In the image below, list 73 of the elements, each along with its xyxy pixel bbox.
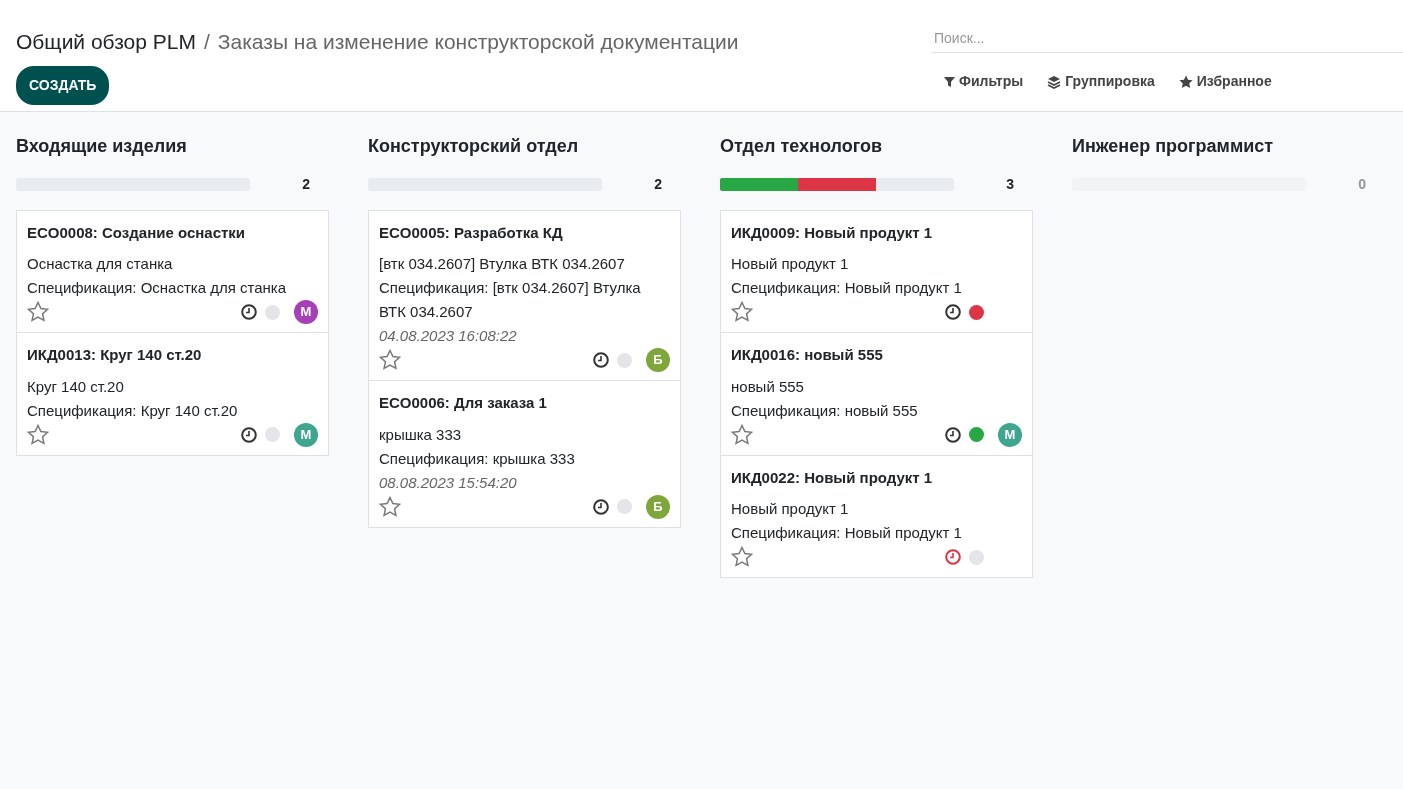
- clock-icon[interactable]: [945, 304, 961, 321]
- status-dot[interactable]: [969, 427, 984, 443]
- clock-icon[interactable]: [593, 352, 609, 369]
- breadcrumb-link[interactable]: Общий обзор PLM: [16, 26, 196, 58]
- card-title: ИКД0013: Круг 140 ст.20: [27, 345, 203, 366]
- card-date: 08.08.2023 15:54:20: [379, 472, 518, 493]
- status-dot[interactable]: [969, 549, 984, 565]
- kanban-card[interactable]: ИКД0016: новый 555 новый 555 Спецификация: новый 555 M: [720, 332, 1033, 456]
- filter-icon: [944, 75, 955, 88]
- avatar: M: [998, 422, 1022, 447]
- status-dot[interactable]: [265, 427, 280, 443]
- star-icon[interactable]: [731, 301, 753, 324]
- kanban-card[interactable]: ИКД0022: Новый продукт 1 Новый продукт 1 Спецификация: Новый продукт 1: [720, 454, 1033, 579]
- avatar: M: [294, 300, 318, 325]
- clock-icon[interactable]: [241, 304, 257, 321]
- column-title: Конструкторский отдел: [368, 136, 580, 158]
- card-title: ИКД0009: Новый продукт 1: [731, 222, 934, 243]
- record-count: 2: [653, 174, 662, 194]
- status-dot[interactable]: [617, 352, 632, 368]
- clock-icon[interactable]: [945, 426, 961, 443]
- create-button[interactable]: СОЗДАТЬ: [16, 65, 110, 105]
- record-count: 0: [1357, 174, 1366, 194]
- status-dot[interactable]: [265, 304, 280, 320]
- card-text: Спецификация: крышка 333: [379, 448, 576, 469]
- card-text: Спецификация: Круг 140 ст.20: [27, 400, 239, 421]
- star-icon[interactable]: [731, 546, 753, 569]
- card-text: крышка 333: [379, 424, 463, 445]
- card-text: Круг 140 ст.20: [27, 376, 125, 397]
- card-title: ECO0008: Создание оснастки: [27, 222, 247, 243]
- card-text: Спецификация: Оснастка для станка: [27, 278, 288, 299]
- breadcrumb-separator: /: [203, 29, 210, 55]
- record-count: 2: [301, 174, 310, 194]
- card-title: ИКД0022: Новый продукт 1: [731, 467, 934, 488]
- kanban-card[interactable]: ECO0006: Для заказа 1 крышка 333 Спецификация: крышка 333 08.08.2023 15:54:20 Б: [368, 380, 681, 528]
- card-text: Оснастка для станка: [27, 254, 174, 275]
- card-text: Спецификация: Новый продукт 1: [731, 278, 963, 299]
- kanban-card[interactable]: ИКД0009: Новый продукт 1 Новый продукт 1 Спецификация: Новый продукт 1: [720, 209, 1033, 334]
- avatar: Б: [646, 494, 670, 519]
- layers-icon: [1047, 74, 1062, 89]
- page-title: Заказы на изменение конструкторской документации: [217, 29, 739, 55]
- card-title: ECO0006: Для заказа 1: [379, 393, 548, 414]
- card-text: [втк 034.2607] Втулка ВТК 034.2607: [379, 254, 626, 275]
- clock-icon[interactable]: [593, 498, 609, 515]
- card-date: 04.08.2023 16:08:22: [379, 326, 518, 347]
- star-icon[interactable]: [27, 423, 49, 446]
- group-by-button[interactable]: Группировка: [1035, 65, 1167, 98]
- status-dot[interactable]: [969, 304, 984, 320]
- star-icon[interactable]: [27, 301, 49, 324]
- card-text: Спецификация: Новый продукт 1: [731, 523, 963, 544]
- favorites-button[interactable]: Избранное: [1166, 65, 1284, 98]
- avatar: M: [294, 422, 318, 447]
- star-icon[interactable]: [379, 349, 401, 372]
- record-count: 3: [1005, 174, 1014, 194]
- card-text: Новый продукт 1: [731, 499, 850, 520]
- avatar: Б: [646, 348, 670, 373]
- column-title: Отдел технологов: [720, 136, 883, 158]
- star-icon: [1178, 74, 1193, 89]
- card-text: Новый продукт 1: [731, 254, 850, 275]
- kanban-card[interactable]: ECO0005: Разработка КД [втк 034.2607] Втулка ВТК 034.2607 Спецификация: [втк 034.2607] Втулка ВТК 034.2607 04.08.2023 16:08:22 Б: [368, 209, 681, 382]
- filters-button[interactable]: Фильтры: [932, 65, 1036, 98]
- card-title: ECO0005: Разработка КД: [379, 222, 564, 243]
- star-icon[interactable]: [379, 495, 401, 518]
- kanban-card[interactable]: ECO0008: Создание оснастки Оснастка для станка Спецификация: Оснастка для станка M: [16, 209, 329, 334]
- card-text: новый 555: [731, 376, 805, 397]
- column-title: Инженер программист: [1072, 136, 1275, 158]
- card-title: ИКД0016: новый 555: [731, 345, 884, 366]
- clock-icon[interactable]: [241, 426, 257, 443]
- kanban-card[interactable]: ИКД0013: Круг 140 ст.20 Круг 140 ст.20 Спецификация: Круг 140 ст.20 M: [16, 332, 329, 456]
- card-text: Спецификация: новый 555: [731, 400, 919, 421]
- star-icon[interactable]: [731, 423, 753, 446]
- column-title: Входящие изделия: [16, 136, 188, 158]
- card-text: Спецификация: [втк 034.2607] Втулка ВТК 034.2607: [379, 278, 642, 323]
- status-dot[interactable]: [617, 499, 632, 515]
